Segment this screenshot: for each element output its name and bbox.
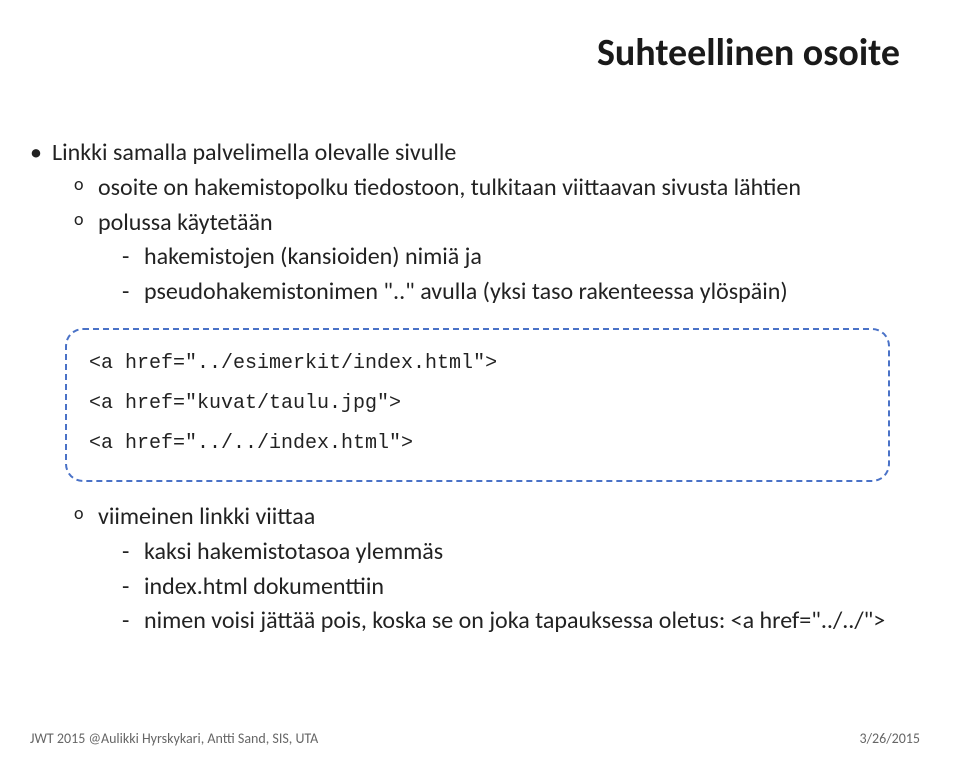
bullet-l2: polussa käytetään (74, 206, 910, 241)
bullet-l3: kaksi hakemistotasoa ylemmäs (122, 535, 910, 570)
slide-title: Suhteellinen osoite (30, 30, 910, 76)
bullet-l3: hakemistojen (kansioiden) nimiä ja (122, 240, 910, 275)
bullet-l3: pseudohakemistonimen ".." avulla (yksi t… (122, 275, 910, 310)
bullet-l3: index.html dokumenttiin (122, 570, 910, 605)
slide-footer: JWT 2015 @Aulikki Hyrskykari, Antti Sand… (30, 730, 920, 747)
footer-right: 3/26/2015 (860, 730, 920, 747)
code-example-box: <a href="../esimerkit/index.html"> <a hr… (65, 328, 890, 482)
bullet-l2: osoite on hakemistopolku tiedostoon, tul… (74, 171, 910, 206)
code-line: <a href="../esimerkit/index.html"> (89, 344, 866, 384)
footer-left: JWT 2015 @Aulikki Hyrskykari, Antti Sand… (30, 730, 318, 747)
bullet-l3: nimen voisi jättää pois, koska se on jok… (122, 604, 910, 639)
bullet-l2: viimeinen linkki viittaa (74, 500, 910, 535)
code-line: <a href="kuvat/taulu.jpg"> (89, 384, 866, 424)
code-line: <a href="../../index.html"> (89, 424, 866, 464)
bullet-l1: Linkki samalla palvelimella olevalle siv… (30, 136, 910, 171)
slide-content: Linkki samalla palvelimella olevalle siv… (30, 136, 910, 639)
